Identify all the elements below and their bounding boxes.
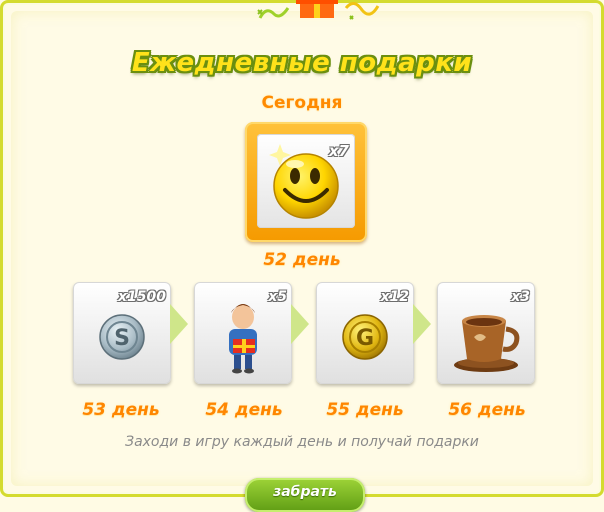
take-button-label: забрать xyxy=(273,484,337,500)
arrow-right-icon xyxy=(413,304,431,344)
reward-count: x3 xyxy=(511,289,530,305)
reward-count: x5 xyxy=(268,289,287,305)
hint-text: Заходи в игру каждый день и получай пода… xyxy=(125,434,479,450)
day-label-55: 55 день xyxy=(326,400,404,420)
reward-card-day-53: S x1500 xyxy=(73,282,171,384)
day-label-56: 56 день xyxy=(448,400,526,420)
arrow-right-icon xyxy=(170,304,188,344)
svg-text:S: S xyxy=(114,326,130,351)
today-label: Сегодня xyxy=(261,93,343,113)
today-reward-tile: x7 xyxy=(257,134,355,228)
reward-card-day-56: x3 xyxy=(437,282,535,384)
reward-card-day-54: x5 xyxy=(194,282,292,384)
day-label-54: 54 день xyxy=(205,400,283,420)
reward-count: x1500 xyxy=(118,289,166,305)
svg-text:G: G xyxy=(356,326,374,351)
today-reward-card: x7 xyxy=(245,122,367,242)
reward-card-day-55: G x12 xyxy=(316,282,414,384)
arrow-right-icon xyxy=(291,304,309,344)
window-title: Ежедневные подарки xyxy=(131,48,473,78)
today-day-label: 52 день xyxy=(263,250,341,270)
take-button[interactable]: забрать xyxy=(245,478,365,512)
day-label-53: 53 день xyxy=(82,400,160,420)
reward-count: x12 xyxy=(380,289,409,305)
today-count: x7 xyxy=(328,142,349,160)
gift-decoration-icon xyxy=(257,0,380,20)
